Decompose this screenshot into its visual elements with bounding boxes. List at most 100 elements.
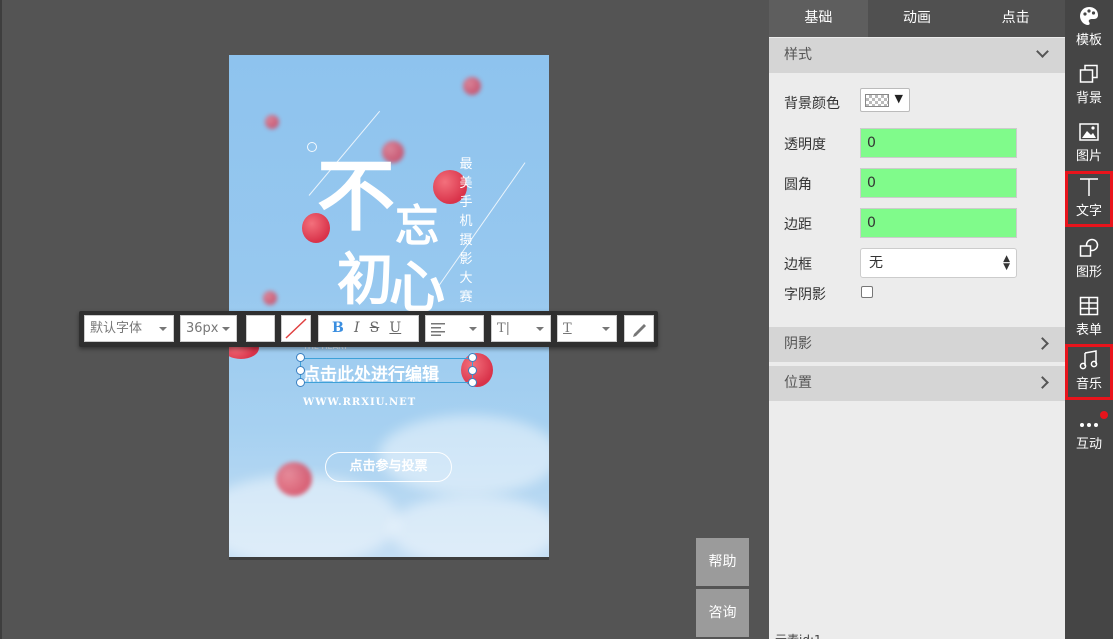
letter-spacing-select[interactable]: T	[557, 315, 617, 342]
music-note-icon	[1079, 350, 1098, 370]
align-left-icon	[431, 323, 445, 336]
pencil-icon	[633, 324, 646, 337]
notification-dot	[1100, 411, 1108, 419]
chevron-down-icon	[222, 327, 230, 331]
chevron-down-icon	[1036, 45, 1049, 58]
cloud	[389, 495, 549, 558]
chevron-right-icon	[1036, 376, 1049, 389]
italic-button[interactable]: I	[354, 316, 360, 341]
chevron-down-icon	[536, 327, 544, 331]
opacity-input[interactable]: 0	[860, 128, 1017, 158]
balloon	[463, 77, 481, 95]
vote-button[interactable]: 点击参与投票	[325, 452, 452, 482]
chevron-down-icon	[602, 327, 610, 331]
text-format-toolbar: 默认字体 36px B I S U T| T	[79, 311, 658, 347]
rail-background[interactable]: 背景	[1065, 58, 1113, 114]
style-section-title: 样式	[784, 47, 812, 63]
element-id-text: 元素id:1	[775, 631, 822, 639]
balloon	[265, 115, 279, 129]
position-section-header[interactable]: 位置	[769, 366, 1065, 401]
radius-input[interactable]: 0	[860, 168, 1017, 198]
consult-button[interactable]: 咨询	[696, 589, 749, 637]
padding-input[interactable]: 0	[860, 208, 1017, 238]
border-select[interactable]: 无 ▲ ▼	[860, 248, 1017, 278]
rail-template[interactable]: 模板	[1065, 0, 1113, 56]
rail-shape[interactable]: 图形	[1065, 232, 1113, 288]
editable-text[interactable]: 点击此处进行编辑	[303, 360, 439, 385]
border-label: 边框	[784, 257, 812, 273]
font-family-select[interactable]: 默认字体	[84, 315, 174, 342]
chevron-right-icon	[1036, 337, 1049, 350]
caret-down-icon: ▼	[894, 92, 903, 105]
underline-button[interactable]: U	[389, 316, 401, 341]
poster-shadow	[229, 557, 549, 560]
updown-arrows-icon: ▲ ▼	[1003, 254, 1010, 272]
shadow-section-title: 阴影	[784, 336, 812, 352]
edit-pencil-button[interactable]	[624, 315, 654, 342]
poster-url: WWW.RRXIU.NET	[303, 397, 417, 408]
text-shadow-checkbox[interactable]	[861, 286, 873, 298]
highlight-color-picker[interactable]	[281, 315, 311, 342]
tab-animation[interactable]: 动画	[868, 0, 967, 37]
image-icon	[1079, 123, 1099, 141]
radius-label: 圆角	[784, 177, 812, 193]
resize-handle[interactable]	[468, 353, 477, 362]
position-section-title: 位置	[784, 375, 812, 391]
font-size-value: 36px	[186, 321, 219, 336]
rail-label: 背景	[1075, 91, 1102, 106]
letter-spacing-icon: T	[563, 321, 572, 336]
balloon	[263, 291, 277, 305]
rail-image[interactable]: 图片	[1065, 116, 1113, 172]
resize-handle[interactable]	[296, 366, 305, 375]
poster-page[interactable]: 不 忘 初 心 最美 手机 摄影 大赛 THE HEART 点击此处进行编辑 W…	[229, 55, 549, 558]
rail-music[interactable]: 音乐	[1065, 344, 1113, 400]
resize-handle[interactable]	[468, 366, 477, 375]
vertical-subtitle: 最美 手机 摄影 大赛	[459, 157, 473, 305]
text-style-group: B I S U	[318, 315, 419, 342]
line-height-select[interactable]: T|	[491, 315, 551, 342]
text-t-icon	[1080, 178, 1098, 196]
rail-label: 图片	[1075, 149, 1102, 164]
balloon	[276, 462, 312, 496]
title-char: 心	[389, 255, 445, 321]
rail-label: 图形	[1075, 265, 1102, 280]
border-value: 无	[869, 255, 883, 271]
deco-ring	[307, 142, 317, 152]
strikethrough-button[interactable]: S	[370, 316, 380, 341]
tab-click[interactable]: 点击	[966, 0, 1065, 37]
title-char: 不	[317, 151, 396, 242]
palette-icon	[1080, 7, 1098, 25]
panel-tabs: 基础 动画 点击	[769, 0, 1065, 37]
line-height-icon: T|	[497, 321, 511, 336]
title-char: 忘	[395, 201, 439, 252]
chevron-down-icon	[469, 327, 477, 331]
opacity-label: 透明度	[784, 137, 826, 153]
transparent-swatch-icon	[865, 94, 889, 107]
style-section-header[interactable]: 样式	[769, 38, 1065, 73]
rail-label: 文字	[1075, 204, 1102, 219]
no-color-icon	[285, 318, 307, 339]
cloud	[229, 475, 399, 558]
tab-basic[interactable]: 基础	[769, 0, 868, 37]
padding-label: 边距	[784, 217, 812, 233]
background-layers-icon	[1079, 64, 1098, 83]
bg-color-picker[interactable]: ▼	[860, 88, 910, 112]
bg-color-label: 背景颜色	[784, 96, 840, 112]
font-size-select[interactable]: 36px	[180, 315, 237, 342]
resize-handle[interactable]	[296, 378, 305, 387]
rail-label: 表单	[1075, 323, 1102, 338]
help-button[interactable]: 帮助	[696, 538, 749, 586]
more-dots-icon	[1080, 423, 1098, 427]
rail-label: 模板	[1075, 33, 1102, 48]
align-select[interactable]	[425, 315, 484, 342]
table-icon	[1079, 296, 1099, 316]
text-color-picker[interactable]	[246, 315, 275, 342]
bold-button[interactable]: B	[332, 316, 344, 341]
font-family-value: 默认字体	[90, 321, 143, 336]
tool-rail: 模板 背景 图片 文字 图形 表单 音乐 互动	[1065, 0, 1113, 639]
rail-form[interactable]: 表单	[1065, 290, 1113, 346]
shadow-section-header[interactable]: 阴影	[769, 327, 1065, 362]
resize-handle[interactable]	[468, 378, 477, 387]
resize-handle[interactable]	[296, 353, 305, 362]
rail-text[interactable]: 文字	[1065, 171, 1113, 227]
